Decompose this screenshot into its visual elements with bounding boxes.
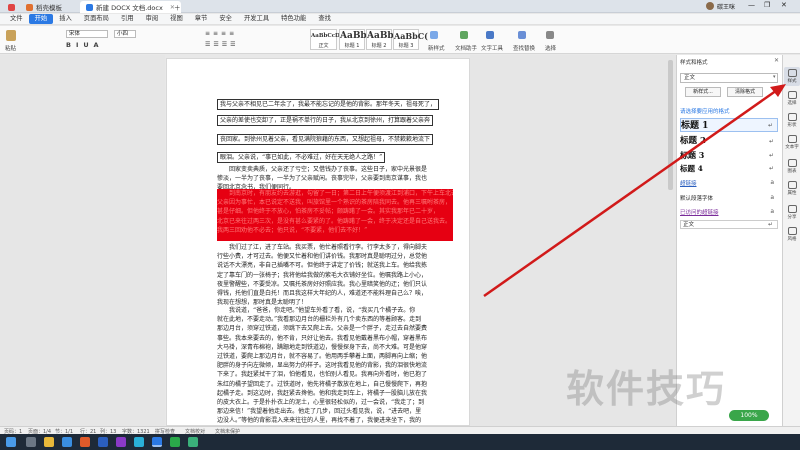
watermark: 软件技巧: [566, 367, 727, 411]
browser-icon[interactable]: [62, 437, 72, 447]
taskbar: [0, 434, 800, 450]
app-icon[interactable]: [116, 437, 126, 447]
app-icon[interactable]: [80, 437, 90, 447]
app-icon[interactable]: [188, 437, 198, 447]
wechat-icon[interactable]: [170, 437, 180, 447]
photoshop-icon[interactable]: [134, 437, 144, 447]
windows-start-icon[interactable]: [6, 437, 16, 447]
wps-writer-icon[interactable]: [152, 437, 162, 447]
file-explorer-icon[interactable]: [44, 437, 54, 447]
status-bar: 页码：1 页面：1/4 节：1/1 行：21 列：13 字数：1321 拼写检查…: [0, 426, 800, 435]
arrow-head: [770, 84, 786, 97]
search-icon[interactable]: [26, 437, 36, 447]
arrow-line: [483, 86, 781, 298]
app-icon[interactable]: [98, 437, 108, 447]
